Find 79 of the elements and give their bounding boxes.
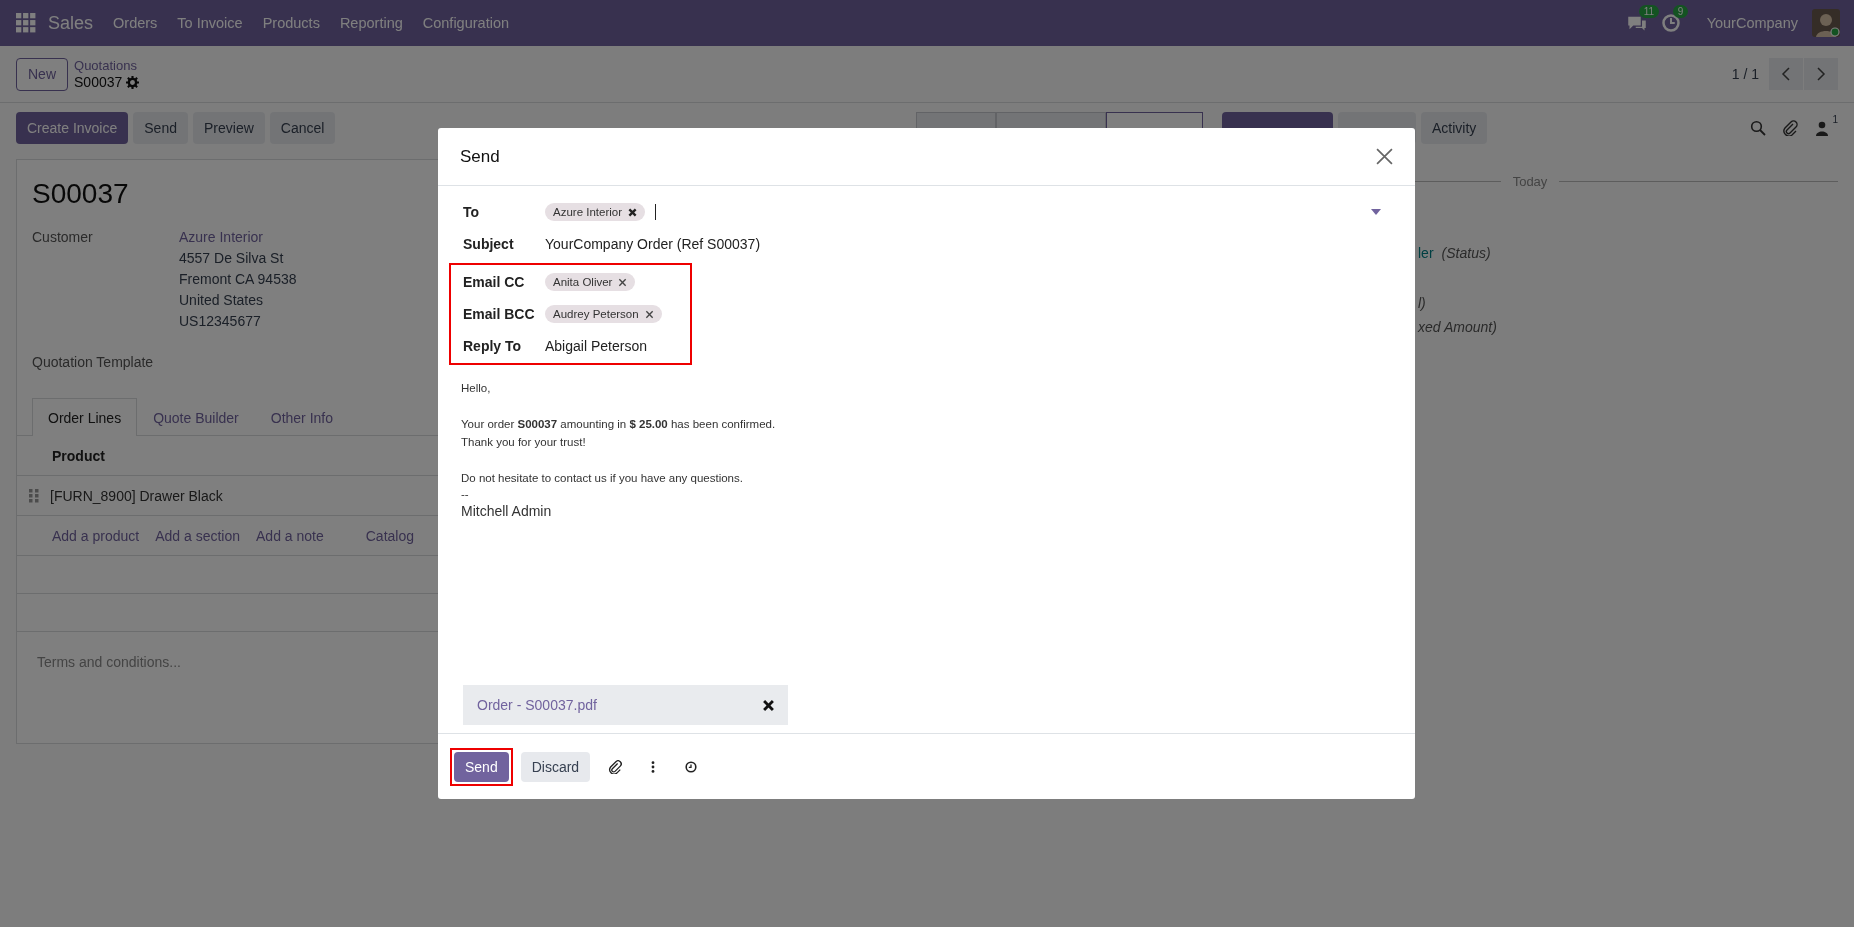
field-label: To [462, 204, 481, 220]
form-tab[interactable]: Quote Builder [137, 398, 255, 436]
message-line: Thank you for your trust! [461, 435, 587, 450]
action-button[interactable]: Send [133, 112, 188, 144]
message-line: Do not hesitate to contact us if you have any questions. [461, 471, 744, 486]
remove-icon[interactable] [644, 309, 654, 319]
tracking-field: (Status) [1441, 245, 1491, 261]
address-line: Fremont CA 94538 [179, 270, 297, 289]
record-name: S00037 [74, 74, 123, 90]
field-label: Email CC [462, 274, 526, 290]
message-line: Your order S00037 amounting in $ 25.00 has been confirmed. [461, 417, 777, 432]
menu-item[interactable]: To Invoice [177, 15, 243, 31]
action-button[interactable]: Cancel [269, 112, 336, 144]
chatter-button[interactable]: Activity [1421, 112, 1488, 144]
remove-icon[interactable] [763, 699, 774, 711]
action-button[interactable]: Preview [193, 112, 265, 144]
field-value[interactable]: Abigail Peterson [545, 338, 647, 354]
address-line: United States [179, 291, 265, 310]
company-name[interactable]: YourCompany [1706, 15, 1798, 31]
message-count-badge: 11 [1638, 5, 1660, 18]
recipient-tag: Audrey Peterson [545, 305, 662, 323]
remove-icon[interactable] [618, 277, 628, 287]
activity-count-badge: 9 [1672, 5, 1689, 18]
breadcrumb-link[interactable]: Quotations [74, 58, 140, 74]
apps-menu-icon[interactable] [16, 13, 36, 33]
paperclip-icon [1782, 120, 1799, 136]
column-header: Product [52, 447, 105, 464]
paperclip-icon [608, 759, 623, 774]
add-line-link[interactable]: Catalog [365, 527, 414, 544]
follower-count: 1 [1832, 114, 1838, 125]
action-button[interactable]: Create Invoice [16, 112, 129, 144]
field-value[interactable]: YourCompany Order (Ref S00037) [545, 236, 761, 252]
search-icon [1750, 120, 1767, 136]
form-tab[interactable]: Order Lines [32, 398, 138, 436]
recipient-tag: Azure Interior [545, 203, 646, 221]
drag-handle-icon [29, 488, 39, 503]
customer-link[interactable]: Azure Interior [179, 227, 297, 248]
date-separator: Today [1512, 174, 1548, 189]
dropdown-caret-icon[interactable] [1371, 209, 1381, 215]
table-cell: [FURN_8900] Drawer Black [50, 487, 223, 504]
record-title: S00037 [31, 178, 130, 210]
clock-icon [684, 759, 699, 774]
menu-item[interactable]: Configuration [422, 15, 509, 31]
menu-item[interactable]: Reporting [339, 15, 403, 31]
chevron-right-icon [1815, 67, 1827, 81]
field-label: Customer [32, 228, 94, 247]
address-line: US12345677 [179, 312, 262, 331]
dialog-title: Send [460, 146, 500, 167]
menu-item[interactable]: Products [262, 15, 320, 31]
remove-icon[interactable] [628, 207, 638, 217]
address-line: 4557 De Silva St [179, 249, 285, 268]
new-button[interactable]: New [16, 57, 68, 91]
menu-item[interactable]: Orders [113, 15, 158, 31]
signature: Mitchell Admin [461, 502, 553, 521]
attachment-name[interactable]: Order - S00037.pdf [477, 697, 597, 713]
tracking-value: ler [1418, 245, 1434, 261]
field-label: Subject [462, 236, 515, 252]
tracking-field: xed Amount) [1418, 319, 1497, 335]
add-line-link[interactable]: Add a note [256, 527, 324, 544]
dialog-button[interactable]: Send [454, 751, 509, 782]
signature-separator: -- [461, 487, 470, 501]
field-label: Email BCC [462, 306, 536, 322]
chevron-left-icon [1780, 67, 1792, 81]
app-name[interactable]: Sales [48, 12, 94, 34]
add-line-link[interactable]: Add a section [155, 527, 240, 544]
person-icon [1814, 120, 1831, 136]
gear-icon [126, 75, 140, 89]
close-icon[interactable] [1376, 148, 1393, 165]
user-avatar[interactable] [1812, 9, 1840, 37]
tracking-field: l) [1418, 295, 1426, 311]
dialog-button[interactable]: Discard [520, 751, 591, 782]
field-label: Quotation Template [32, 354, 154, 370]
pager-value: 1 / 1 [1731, 66, 1759, 82]
message-line: Hello, [461, 381, 492, 396]
field-label: Reply To [462, 338, 523, 354]
recipient-tag: Anita Oliver [545, 273, 636, 291]
clock-icon [1660, 13, 1681, 33]
add-line-link[interactable]: Add a product [52, 527, 140, 544]
form-tab[interactable]: Other Info [254, 398, 350, 436]
